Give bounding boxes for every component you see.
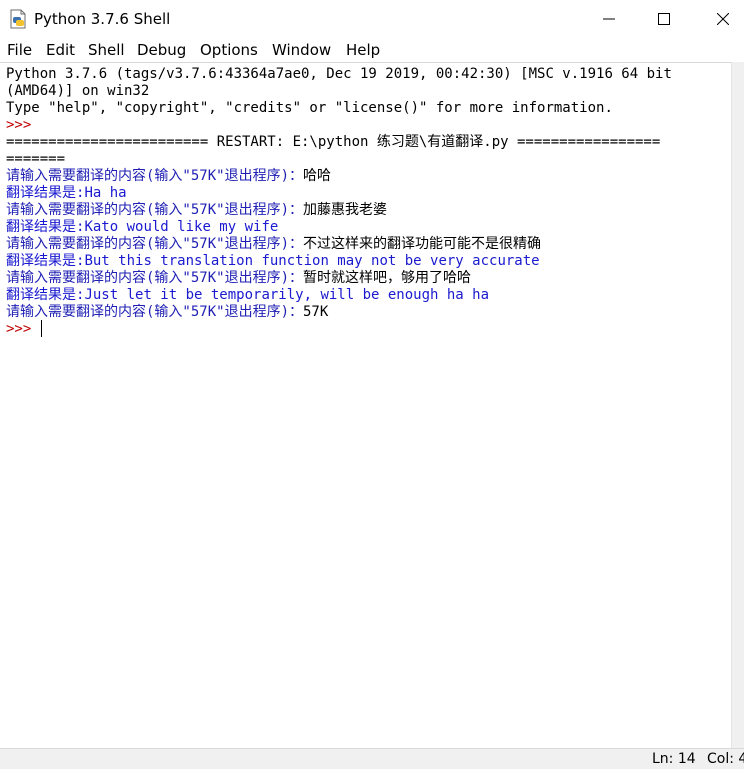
input-line: 请输入需要翻译的内容(输入"57K"退出程序)：加藤惠我老婆 [6,202,387,219]
banner-line: Python 3.7.6 (tags/v3.7.6:43364a7ae0, De… [6,66,672,82]
result-line: 翻译结果是:Kato would like my wife [6,219,278,236]
menu-edit[interactable]: Edit [46,41,75,59]
title-bar: Python 3.7.6 Shell [0,0,744,38]
menu-help[interactable]: Help [346,41,380,59]
user-input: 加藤惠我老婆 [303,202,387,218]
idle-app-icon[interactable] [9,9,27,29]
result-text: Kato would like my wife [84,219,279,235]
input-line: 请输入需要翻译的内容(输入"57K"退出程序)：不过这样来的翻译功能可能不是很精… [6,236,541,253]
menu-shell[interactable]: Shell [88,41,125,59]
result-prefix: 翻译结果是: [6,287,85,303]
shell-prompt: >>> [6,117,32,133]
input-prompt-text: 请输入需要翻译的内容(输入"57K"退出程序)： [6,168,303,184]
result-text: Just let it be temporarily, will be enou… [84,287,490,303]
banner-line: (AMD64)] on win32 [6,83,150,99]
shell-text-area[interactable] [0,62,731,749]
close-icon [717,13,729,25]
menu-file[interactable]: File [7,41,32,59]
banner-line: Type "help", "copyright", "credits" or "… [6,100,613,116]
input-line: 请输入需要翻译的内容(输入"57K"退出程序)：暂时就这样吧，够用了哈哈 [6,270,471,287]
result-line: 翻译结果是:Ha ha [6,185,127,202]
column-number: Col: 4 [707,751,744,767]
result-text: But this translation function may not be… [84,253,540,269]
input-prompt-text: 请输入需要翻译的内容(输入"57K"退出程序)： [6,270,303,286]
input-prompt-text: 请输入需要翻译的内容(输入"57K"退出程序)： [6,236,303,252]
user-input: 暂时就这样吧，够用了哈哈 [303,270,471,286]
result-prefix: 翻译结果是: [6,253,85,269]
result-line: 翻译结果是:But this translation function may … [6,253,540,270]
menu-window[interactable]: Window [272,41,331,59]
restart-line: ======= [6,151,66,167]
input-prompt-text: 请输入需要翻译的内容(输入"57K"退出程序)： [6,304,303,320]
result-prefix: 翻译结果是: [6,185,85,201]
input-line: 请输入需要翻译的内容(输入"57K"退出程序)：哈哈 [6,168,331,185]
status-bar: Ln: 14 Col: 4 [0,748,744,769]
vertical-scrollbar[interactable] [731,62,744,748]
text-cursor [41,320,42,337]
input-prompt-text: 请输入需要翻译的内容(输入"57K"退出程序)： [6,202,303,218]
window-title: Python 3.7.6 Shell [34,10,171,28]
menu-options[interactable]: Options [200,41,258,59]
result-text: Ha ha [84,185,127,201]
maximize-icon [658,13,670,25]
minimize-button[interactable] [580,0,638,38]
shell-prompt: >>> [6,321,32,337]
user-input: 57K [303,304,329,320]
restart-line: ======================== RESTART: E:\pyt… [6,134,661,150]
input-line: 请输入需要翻译的内容(输入"57K"退出程序)：57K [6,304,328,321]
menu-bar: File Edit Shell Debug Options Window Hel… [0,38,744,62]
user-input: 不过这样来的翻译功能可能不是很精确 [303,236,541,252]
maximize-button[interactable] [635,0,693,38]
user-input: 哈哈 [303,168,331,184]
minimize-icon [603,18,615,20]
result-prefix: 翻译结果是: [6,219,85,235]
line-number: Ln: 14 [652,751,696,767]
result-line: 翻译结果是:Just let it be temporarily, will b… [6,287,489,304]
menu-debug[interactable]: Debug [137,41,186,59]
close-button[interactable] [694,0,744,38]
